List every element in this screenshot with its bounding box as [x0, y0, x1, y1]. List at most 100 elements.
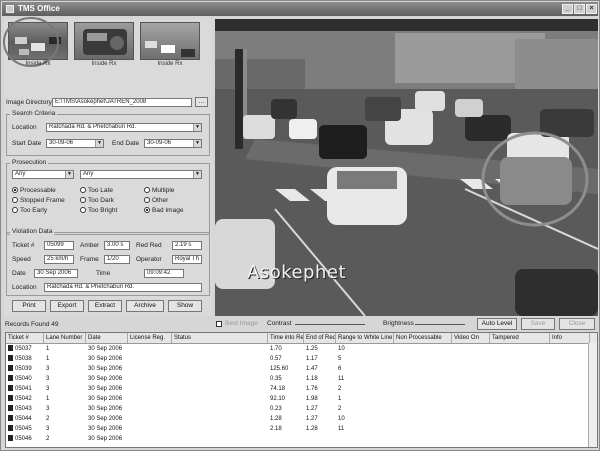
column-header[interactable]: Tampered [490, 333, 550, 343]
column-header[interactable]: Status [172, 333, 268, 343]
brightness-slider[interactable] [415, 324, 465, 325]
record-icon [8, 395, 13, 402]
column-header[interactable]: Range to White Line [336, 333, 394, 343]
table-cell: 1.17 [306, 356, 318, 362]
start-date-field[interactable]: 30-09-06 ▼ [46, 139, 104, 148]
location-label: Location [12, 124, 37, 131]
column-header[interactable]: Non Processable [394, 333, 452, 343]
time-label: Time [96, 270, 111, 277]
maximize-button[interactable]: □ [574, 4, 585, 14]
table-cell: 30 Sep 2006 [88, 416, 123, 422]
prosecution-to-value: Any [83, 171, 94, 177]
records-found: Records Found 49 [5, 321, 59, 328]
column-header[interactable]: Time into Red [268, 333, 304, 343]
brightness-label: Brightness [383, 320, 414, 327]
table-cell: 2.18 [270, 426, 282, 432]
radio-multiple[interactable]: Multiple [144, 187, 174, 195]
left-panel: Inside Rx Inside Rx Inside Rx Image Dire… [3, 17, 212, 316]
frame-label: Frame [80, 256, 99, 263]
print-button[interactable]: Print [12, 300, 46, 312]
prosecution-to-select[interactable]: Any ▼ [80, 170, 202, 179]
speed-field: 25 km/h [44, 255, 74, 264]
contrast-slider[interactable] [295, 324, 365, 325]
table-row[interactable]: 05039 3 30 Sep 2006 125.60 1.47 6 [6, 364, 597, 374]
table-row[interactable]: 05037 1 30 Sep 2006 1.70 1.25 10 [6, 344, 597, 354]
thumbnail-3[interactable] [140, 22, 200, 60]
table-cell: 2 [46, 416, 50, 422]
browse-button[interactable]: ... [195, 97, 208, 107]
radio-too-late[interactable]: Too Late [80, 187, 113, 195]
column-header[interactable]: Video On [452, 333, 490, 343]
table-cell: 05040 [8, 374, 32, 384]
table-row[interactable]: 05038 1 30 Sep 2006 0.57 1.17 5 [6, 354, 597, 364]
title-bar[interactable]: TMS Office _ □ × [2, 2, 598, 16]
radio-processable[interactable]: Processable [12, 187, 56, 195]
radio-too-bright[interactable]: Too Bright [80, 207, 117, 215]
calendar-dropdown-icon: ▼ [95, 140, 103, 147]
violation-data-legend: Violation Data [10, 228, 55, 235]
table-row[interactable]: 05040 3 30 Sep 2006 0.35 1.18 11 [6, 374, 597, 384]
column-header[interactable]: Date [86, 333, 128, 343]
camera-image-view[interactable]: Asokephet [215, 19, 598, 316]
table-cell: 92.10 [270, 396, 286, 402]
end-date-field[interactable]: 30-09-06 ▼ [144, 139, 202, 148]
auto-level-button[interactable]: Auto Level [477, 318, 517, 330]
show-button[interactable]: Show [168, 300, 202, 312]
table-row[interactable]: 05045 3 30 Sep 2006 2.18 1.28 11 [6, 424, 597, 434]
table-cell: 1.76 [306, 386, 318, 392]
table-cell: 1.70 [270, 346, 282, 352]
record-icon [8, 355, 13, 362]
minimize-button[interactable]: _ [562, 4, 573, 14]
amber-field: 3.00 s [104, 241, 130, 250]
record-icon [8, 375, 13, 382]
violation-location-field: Ratchada Rd. & Phetchaburi Rd. [44, 283, 202, 292]
extract-button[interactable]: Extract [88, 300, 122, 312]
radio-label: Multiple [152, 187, 175, 194]
vertical-scrollbar[interactable] [588, 343, 597, 447]
location-select[interactable]: Ratchada Rd. & Phetchaburi Rd. ▼ [46, 123, 202, 132]
chevron-down-icon: ▼ [193, 171, 201, 178]
table-row[interactable]: 05044 2 30 Sep 2006 1.28 1.27 10 [6, 414, 597, 424]
table-cell: 1.27 [306, 416, 318, 422]
table-row[interactable]: 05041 3 30 Sep 2006 74.18 1.76 2 [6, 384, 597, 394]
table-cell: 05041 [8, 384, 32, 394]
radio-label: Processable [20, 187, 56, 194]
thumbnail-2[interactable] [74, 22, 134, 60]
table-row[interactable]: 05046 2 30 Sep 2006 [6, 434, 597, 444]
column-header[interactable]: License Reg. [128, 333, 172, 343]
radio-bad-image[interactable]: Bad Image [144, 207, 183, 215]
export-button[interactable]: Export [50, 300, 84, 312]
location-select-value: Ratchada Rd. & Phetchaburi Rd. [49, 124, 137, 130]
table-cell: 1 [46, 356, 50, 362]
radio-too-dark[interactable]: Too Dark [80, 197, 114, 205]
column-header[interactable]: Info [550, 333, 590, 343]
save-image-button[interactable]: Save [521, 318, 555, 330]
column-header[interactable]: Ticket # [6, 333, 44, 343]
archive-button[interactable]: Archive [126, 300, 164, 312]
table-cell: 3 [46, 366, 50, 372]
violation-location-label: Location [12, 284, 37, 291]
close-window-button[interactable]: × [586, 4, 597, 14]
close-image-button[interactable]: Close [559, 318, 595, 330]
radio-other[interactable]: Other [144, 197, 168, 205]
record-icon [8, 365, 13, 372]
table-cell: 05045 [8, 424, 32, 434]
ticket-field: 05099 [44, 241, 74, 250]
table-cell: 05043 [8, 404, 32, 414]
radio-unchecked-icon [12, 197, 18, 204]
best-image-checkbox[interactable] [216, 321, 222, 327]
table-row[interactable]: 05042 1 30 Sep 2006 92.10 1.98 1 [6, 394, 597, 404]
table-cell: 0.23 [270, 406, 282, 412]
column-header[interactable]: End of Red [304, 333, 336, 343]
table-row[interactable]: 05043 3 30 Sep 2006 0.23 1.27 2 [6, 404, 597, 414]
prosecution-from-select[interactable]: Any ▼ [12, 170, 74, 179]
table-cell: 05039 [8, 364, 32, 374]
image-directory-field[interactable]: E:\TMS\Asokephet\JATREN_2008 [52, 98, 192, 107]
table-cell: 30 Sep 2006 [88, 346, 123, 352]
speed-label: Speed [12, 256, 31, 263]
violations-table[interactable]: Ticket # Lane Number Date License Reg. Statu… [5, 332, 598, 448]
column-header[interactable]: Lane Number [44, 333, 86, 343]
radio-too-early[interactable]: Too Early [12, 207, 47, 215]
radio-stopped-frame[interactable]: Stopped Frame [12, 197, 65, 205]
table-cell: 3 [46, 386, 50, 392]
